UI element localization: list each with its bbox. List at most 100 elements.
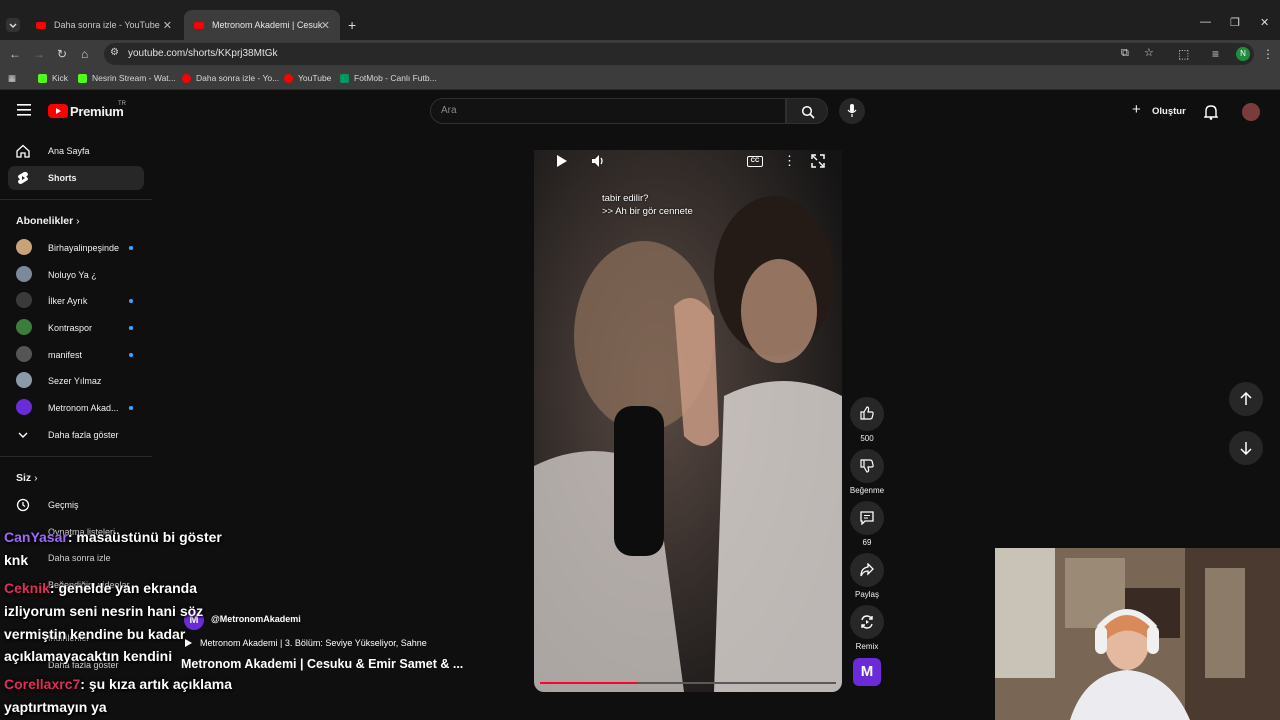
chevron-down-icon — [18, 432, 28, 438]
divider — [0, 199, 152, 200]
subscriptions-heading[interactable]: Abonelikler › — [16, 215, 80, 227]
youtube-favicon-icon — [36, 21, 46, 29]
sidebar-item-home[interactable]: Ana Sayfa — [8, 139, 144, 163]
youtube-icon — [182, 73, 191, 83]
sidebar-item-label: Kontraspor — [48, 323, 93, 333]
new-tab-button[interactable]: + — [348, 17, 356, 33]
chat-username: Ceknik — [4, 580, 50, 596]
channel-avatar — [16, 292, 32, 308]
logo-text[interactable]: Premium — [70, 104, 124, 119]
sidebar-item-kontraspor[interactable]: Kontraspor — [8, 316, 144, 340]
notifications-bell-icon[interactable] — [1204, 104, 1218, 120]
previous-short-button[interactable] — [1229, 382, 1263, 416]
sidebar-item-label: Daha fazla göster — [48, 430, 119, 440]
caption-line: >> Ah bir gör cennete — [602, 206, 693, 217]
bookmark-fotmob[interactable]: FotMob - Canlı Futb... — [340, 73, 437, 83]
chat-text: : şu kıza artık açıklama — [80, 676, 233, 692]
chat-text: açıklamayacaktın kendini — [4, 648, 173, 664]
reload-button[interactable]: ↻ — [57, 47, 67, 61]
bookmark-watch-later[interactable]: Daha sonra izle - Yo... — [182, 73, 279, 83]
sidebar-show-more[interactable]: Daha fazla göster — [8, 423, 144, 447]
comments-button[interactable] — [850, 501, 884, 535]
search-placeholder: Ara — [441, 105, 457, 116]
chevron-down-icon — [9, 23, 17, 28]
fullscreen-button[interactable] — [811, 154, 825, 173]
maximize-button[interactable]: ❐ — [1230, 16, 1240, 29]
search-input[interactable]: Ara — [430, 98, 786, 124]
sidebar-item-manifest[interactable]: manifest — [8, 343, 144, 367]
close-tab-icon[interactable]: ✕ — [321, 19, 330, 32]
browser-tab-bar: Daha sonra izle - YouTube ✕ Metronom Aka… — [0, 0, 1280, 40]
sidebar-item-ilker-ayrik[interactable]: İlker Ayrık — [8, 289, 144, 313]
shorts-player[interactable]: CC ⋮ tabir edilir? >> Ah bir gör cennete — [534, 136, 842, 692]
voice-search-button[interactable] — [839, 98, 865, 124]
microphone-icon — [847, 104, 857, 117]
captions-icon[interactable]: CC — [747, 156, 763, 167]
next-short-button[interactable] — [1229, 431, 1263, 465]
kick-icon — [78, 73, 87, 83]
close-window-button[interactable]: ✕ — [1260, 16, 1269, 29]
mute-button[interactable] — [591, 154, 605, 173]
close-tab-icon[interactable]: ✕ — [163, 19, 172, 32]
more-options-icon[interactable]: ⋮ — [783, 153, 796, 169]
search-button[interactable] — [786, 98, 828, 124]
home-icon[interactable]: ⌂ — [81, 47, 88, 61]
sidebar-item-sezer-yilmaz[interactable]: Sezer Yılmaz — [8, 369, 144, 393]
hamburger-menu-icon[interactable] — [17, 103, 31, 121]
sidebar-item-history[interactable]: Geçmiş — [8, 493, 144, 517]
chevron-right-icon: › — [76, 215, 80, 227]
progress-bar[interactable] — [540, 682, 836, 684]
comment-icon — [860, 511, 874, 525]
extensions-icon[interactable]: ⬚ — [1178, 47, 1189, 61]
apps-grid-icon[interactable]: ▦ — [8, 73, 16, 84]
related-video-link[interactable]: Metronom Akademi | 3. Bölüm: Seviye Yüks… — [200, 638, 427, 648]
sidebar-item-noluyo-ya[interactable]: Noluyo Ya ¿ — [8, 263, 144, 287]
site-info-icon[interactable]: ⚙ — [110, 47, 119, 58]
youtube-logo-icon[interactable] — [48, 104, 68, 118]
chat-text: yaptırtmayın ya — [4, 699, 107, 715]
chat-message: yaptırtmayın ya — [4, 699, 107, 715]
bookmark-kick[interactable]: Kick — [38, 73, 68, 83]
channel-avatar — [16, 399, 32, 415]
chat-message: açıklamayacaktın kendini — [4, 648, 172, 664]
create-button[interactable]: Oluştur — [1152, 106, 1186, 117]
tab-title: Daha sonra izle - YouTube — [54, 20, 160, 30]
tab-search-button[interactable] — [6, 18, 20, 32]
bookmark-star-icon[interactable]: ☆ — [1144, 46, 1154, 59]
sidebar-item-birhayalinpesinde[interactable]: Birhayalinpeşinde — [8, 236, 144, 260]
back-button[interactable]: ← — [9, 47, 21, 61]
bookmark-nesrin-stream[interactable]: Nesrin Stream - Wat... — [78, 73, 176, 83]
share-button[interactable] — [850, 553, 884, 587]
plus-icon[interactable]: + — [1132, 102, 1141, 117]
forward-button[interactable]: → — [33, 47, 45, 61]
account-avatar[interactable] — [1242, 103, 1260, 121]
install-app-icon[interactable]: ⧉ — [1121, 47, 1129, 60]
chat-message: vermiştin kendine bu kadar — [4, 626, 185, 642]
sidebar-item-metronom-akademi[interactable]: Metronom Akad... — [8, 396, 144, 420]
new-content-dot — [129, 299, 133, 303]
minimize-button[interactable]: — — [1200, 16, 1211, 28]
play-button[interactable] — [556, 154, 568, 173]
remix-button[interactable] — [850, 605, 884, 639]
tab-watch-later[interactable]: Daha sonra izle - YouTube ✕ — [26, 10, 182, 40]
sidebar-item-label: Sezer Yılmaz — [48, 376, 102, 386]
profile-avatar[interactable]: N — [1236, 47, 1250, 61]
sidebar-item-shorts[interactable]: Shorts — [8, 166, 144, 190]
share-label: Paylaş — [854, 590, 879, 599]
like-button[interactable] — [850, 397, 884, 431]
chat-text: izliyorum seni nesrin hani söz — [4, 603, 204, 619]
sound-channel-thumbnail[interactable]: M — [853, 658, 881, 686]
channel-avatar — [16, 266, 32, 282]
you-heading[interactable]: Siz › — [16, 472, 38, 484]
channel-handle[interactable]: @MetronomAkademi — [211, 614, 301, 624]
media-control-icon[interactable]: ≡ — [1212, 47, 1219, 61]
short-title: Metronom Akademi | Cesuku & Emir Samet &… — [181, 657, 464, 671]
menu-kebab-icon[interactable]: ⋮ — [1262, 47, 1274, 61]
address-bar[interactable]: ⚙ youtube.com/shorts/KKprj38MtGk ⧉ ☆ — [104, 43, 1254, 65]
tab-metronom-short[interactable]: Metronom Akademi | Cesuku & ✕ — [184, 10, 340, 40]
sidebar-item-watch-later[interactable]: Daha sonra izle — [48, 553, 111, 563]
dislike-button[interactable] — [850, 449, 884, 483]
bookmark-youtube[interactable]: YouTube — [284, 73, 331, 83]
chat-username: CanYasar — [4, 529, 68, 545]
search-icon — [801, 105, 815, 119]
